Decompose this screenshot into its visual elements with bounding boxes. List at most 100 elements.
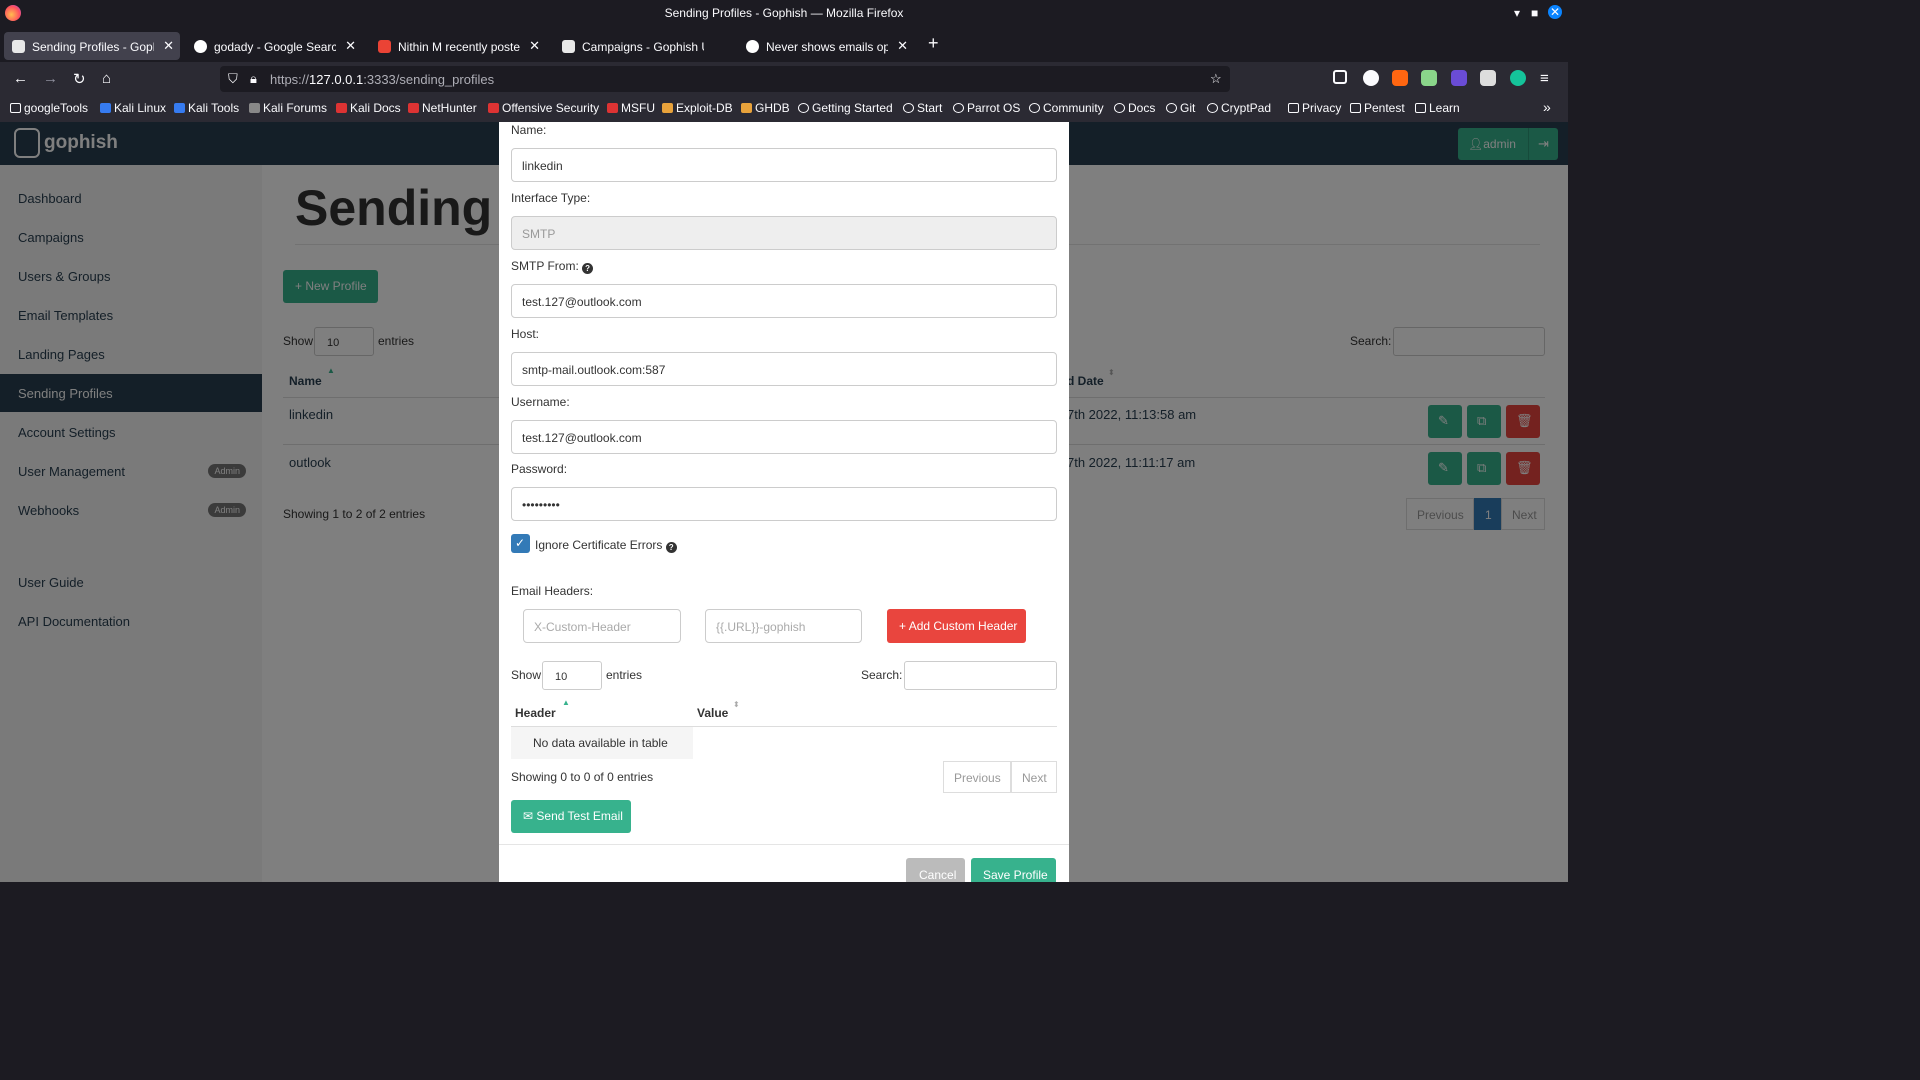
column-header-header[interactable]: Header [515, 706, 556, 720]
tab-gmail[interactable]: Nithin M recently posted - · ✕ [370, 32, 546, 60]
header-value-input[interactable]: {{.URL}}-gophish [705, 609, 862, 643]
tab-github-issue[interactable]: Never shows emails opene ✕ [738, 32, 914, 60]
password-label: Password: [511, 462, 568, 476]
close-tab-icon[interactable]: ✕ [529, 38, 540, 54]
previous-page-button[interactable]: Previous [943, 761, 1011, 793]
no-data-message: No data available in table [511, 727, 693, 759]
home-icon[interactable]: ⌂ [102, 70, 111, 87]
bookmark-link[interactable]: Parrot OS [953, 101, 1020, 115]
nethunter-icon [408, 103, 419, 113]
bookmark-link[interactable]: Kali Linux [100, 101, 166, 115]
bookmark-link[interactable]: CryptPad [1207, 101, 1271, 115]
back-arrow-icon[interactable]: ← [13, 70, 28, 87]
bookmark-link[interactable]: Exploit-DB [662, 101, 733, 115]
custom-header-input[interactable]: X-Custom-Header [523, 609, 681, 643]
extension-cookie-icon[interactable] [1421, 70, 1437, 86]
new-tab-icon[interactable]: + [928, 33, 939, 54]
host-input[interactable]: smtp-mail.outlook.com:587 [511, 352, 1057, 386]
help-icon[interactable]: ? [665, 542, 677, 553]
kali-forum-icon [249, 103, 260, 113]
bookmark-folder[interactable]: googleTools [10, 101, 88, 115]
tab-label: Never shows emails opene [766, 40, 888, 54]
interface-type-input: SMTP [511, 216, 1057, 250]
offsec-icon [488, 103, 499, 113]
showing-entries-text: Showing 0 to 0 of 0 entries [511, 770, 654, 784]
ignore-cert-label: Ignore Certificate Errors ? [535, 538, 677, 553]
navigation-toolbar: ← → ↻ ⌂ ⛉ 🔒︎ https://127.0.0.1:3333/send… [0, 62, 1568, 96]
smtp-from-label: SMTP From: ? [511, 259, 594, 274]
bookmark-link[interactable]: Kali Docs [336, 101, 401, 115]
folder-icon [1288, 103, 1299, 113]
next-page-button[interactable]: Next [1011, 761, 1057, 793]
tab-google-search[interactable]: godady - Google Search ✕ [186, 32, 362, 60]
extension-fox-icon[interactable] [1392, 70, 1408, 86]
ghdb-icon [741, 103, 752, 113]
send-test-email-button[interactable]: ✉ Send Test Email [511, 800, 631, 833]
folder-icon [1350, 103, 1361, 113]
minimize-icon[interactable]: ▾ [1514, 6, 1520, 20]
bookmark-link[interactable]: Community [1029, 101, 1104, 115]
bookmark-link[interactable]: NetHunter [408, 101, 477, 115]
tab-campaigns[interactable]: Campaigns - Gophish User [554, 32, 730, 60]
cancel-button[interactable]: Cancel [906, 858, 965, 882]
close-tab-icon[interactable]: ✕ [163, 38, 174, 54]
bookmark-link[interactable]: MSFU [607, 101, 655, 115]
bookmark-link[interactable]: Git [1166, 101, 1195, 115]
menu-icon[interactable]: ≡ [1540, 70, 1549, 87]
url-bar[interactable]: ⛉ 🔒︎ https://127.0.0.1:3333/sending_prof… [220, 66, 1230, 92]
globe-icon [903, 103, 914, 113]
forward-arrow-icon[interactable]: → [43, 70, 58, 87]
url-text[interactable]: https://127.0.0.1:3333/sending_profiles [270, 72, 494, 87]
tab-label: godady - Google Search [214, 40, 336, 54]
bookmark-link[interactable]: Getting Started [798, 101, 893, 115]
more-bookmarks-icon[interactable]: » [1543, 99, 1551, 115]
bookmark-link[interactable]: GHDB [741, 101, 790, 115]
extension-wappalyzer-icon[interactable] [1451, 70, 1467, 86]
bookmark-folder[interactable]: Privacy [1288, 101, 1341, 115]
username-input[interactable]: test.127@outlook.com [511, 420, 1057, 454]
reload-icon[interactable]: ↻ [73, 70, 86, 88]
smtp-from-input[interactable]: test.127@outlook.com [511, 284, 1057, 318]
shield-icon[interactable]: ⛉ [228, 71, 238, 87]
search-label: Search: [861, 668, 903, 682]
close-tab-icon[interactable]: ✕ [345, 38, 356, 54]
bookmark-link[interactable]: Start [903, 101, 942, 115]
gophish-favicon-icon [562, 40, 575, 53]
help-icon[interactable]: ? [582, 263, 594, 274]
pocket-icon[interactable] [1333, 70, 1347, 84]
lock-icon[interactable]: 🔒︎ [250, 71, 257, 87]
extension-notes-icon[interactable] [1480, 70, 1496, 86]
show-label: Show [511, 668, 542, 682]
extension-r-icon[interactable] [1363, 70, 1379, 86]
add-custom-header-button[interactable]: + Add Custom Header [887, 609, 1026, 643]
bookmark-link[interactable]: Docs [1114, 101, 1155, 115]
bookmark-folder[interactable]: Pentest [1350, 101, 1405, 115]
maximize-icon[interactable]: ■ [1531, 6, 1538, 20]
save-profile-button[interactable]: Save Profile [971, 858, 1056, 882]
password-input[interactable]: ••••••••• [511, 487, 1057, 521]
gophish-favicon-icon [12, 40, 25, 53]
close-window-icon[interactable]: ✕ [1548, 5, 1562, 19]
bookmark-folder[interactable]: Learn [1415, 101, 1460, 115]
ignore-cert-checkbox[interactable]: ✓ [511, 534, 530, 553]
name-input[interactable]: linkedin [511, 148, 1057, 182]
bookmark-link[interactable]: Kali Forums [249, 101, 327, 115]
bookmark-link[interactable]: Kali Tools [174, 101, 239, 115]
kali-icon [100, 103, 111, 113]
bookmark-star-icon[interactable]: ☆ [1210, 71, 1222, 87]
host-label: Host: [511, 327, 540, 341]
tab-sending-profiles[interactable]: Sending Profiles - Gophish ✕ [4, 32, 180, 60]
kali-docs-icon [336, 103, 347, 113]
headers-search-input[interactable] [904, 661, 1057, 690]
modal-footer-divider [499, 844, 1069, 845]
tab-strip: Sending Profiles - Gophish ✕ godady - Go… [0, 28, 1568, 62]
column-header-value[interactable]: Value [697, 706, 728, 720]
close-tab-icon[interactable]: ✕ [897, 38, 908, 54]
github-favicon-icon [746, 40, 759, 53]
grammarly-icon[interactable] [1510, 70, 1526, 86]
sort-icon: ⬍ [733, 700, 740, 709]
bookmark-link[interactable]: Offensive Security [488, 101, 599, 115]
username-label: Username: [511, 395, 570, 409]
tab-label: Sending Profiles - Gophish [32, 40, 154, 54]
headers-entries-select[interactable]: 10 [542, 661, 602, 690]
